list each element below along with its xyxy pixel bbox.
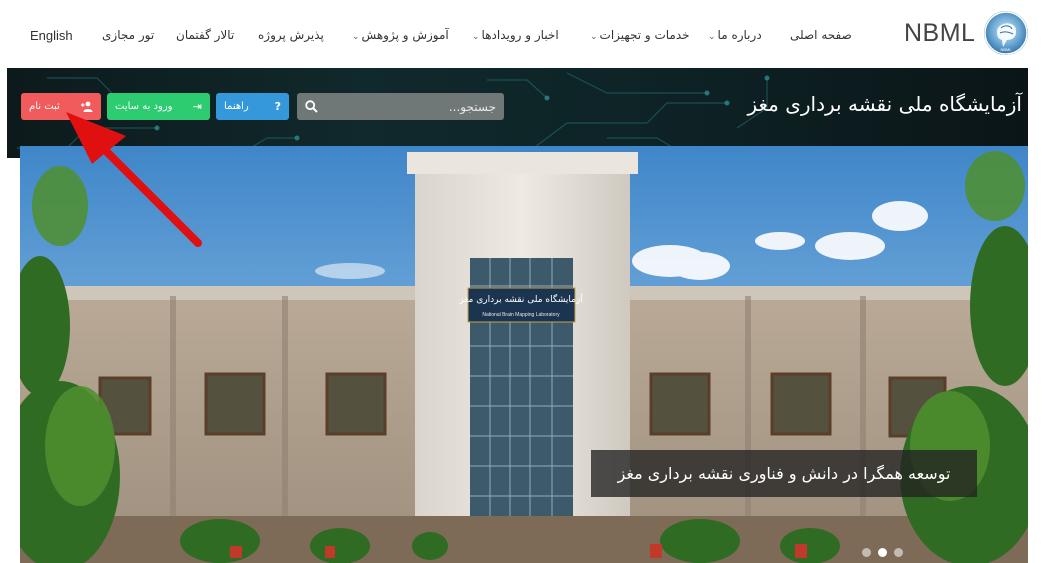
top-navigation: NBML NBML صفحه اصلی ⌄ درباره ما ⌄ خدمات و … [0, 0, 1042, 68]
help-button-label: راهنما [224, 101, 249, 112]
register-button[interactable]: ثبت نام [21, 93, 101, 120]
nav-virtual-tour[interactable]: تور مجازی [102, 28, 154, 42]
nav-language-english[interactable]: English [30, 28, 73, 43]
site-title: آزمایشگاه ملی نقشه برداری مغز [747, 92, 1022, 116]
nav-news[interactable]: ⌄ اخبار و رویدادها [472, 28, 559, 42]
chevron-down-icon: ⌄ [472, 32, 480, 42]
nav-news-label: اخبار و رویدادها [481, 28, 559, 42]
nav-services-label: خدمات و تجهیزات [599, 28, 690, 42]
nav-forum[interactable]: تالار گفتمان [176, 28, 234, 42]
building-sign-persian: آزمایشگاه ملی نقشه برداری مغز [458, 293, 583, 305]
nav-projects[interactable]: پذیرش پروژه [258, 28, 324, 42]
question-icon: ? [274, 100, 281, 113]
help-button[interactable]: ? راهنما [216, 93, 289, 120]
brain-logo-icon: NBML [984, 11, 1029, 55]
nav-services[interactable]: ⌄ خدمات و تجهیزات [590, 28, 690, 42]
slide-caption: توسعه همگرا در دانش و فناوری نقشه برداری… [591, 450, 977, 497]
login-button[interactable]: ⇥ ورود به سایت [107, 93, 210, 120]
search-box[interactable]: جستجو... [297, 93, 504, 120]
nav-education-label: آموزش و پژوهش [361, 28, 449, 42]
search-icon[interactable] [305, 100, 318, 113]
hero-slider[interactable]: آزمایشگاه ملی نقشه برداری مغز National B… [20, 146, 1028, 563]
nav-about[interactable]: ⌄ درباره ما [708, 28, 762, 42]
slide-dot-1[interactable] [862, 548, 871, 557]
hero-building-image: آزمایشگاه ملی نقشه برداری مغز National B… [20, 146, 1028, 563]
slide-dot-2-active[interactable] [878, 548, 887, 557]
sign-in-icon: ⇥ [192, 100, 202, 113]
chevron-down-icon: ⌄ [708, 32, 716, 42]
header-banner: آزمایشگاه ملی نقشه برداری مغز جستجو... ?… [7, 68, 1028, 158]
slide-dot-3[interactable] [894, 548, 903, 557]
chevron-down-icon: ⌄ [590, 32, 598, 42]
building-sign-english: National Brain Mapping Laboratory [482, 312, 560, 318]
site-logo[interactable]: NBML NBML [904, 10, 1029, 56]
search-placeholder[interactable]: جستجو... [449, 100, 496, 114]
logo-emblem-text: NBML [1001, 47, 1013, 52]
chevron-down-icon: ⌄ [352, 32, 360, 42]
login-button-label: ورود به سایت [115, 101, 173, 112]
register-button-label: ثبت نام [29, 101, 60, 112]
nav-about-label: درباره ما [717, 28, 762, 42]
nav-education[interactable]: ⌄ آموزش و پژوهش [352, 28, 449, 42]
add-user-icon [81, 101, 93, 112]
nav-home[interactable]: صفحه اصلی [790, 28, 852, 42]
logo-text: NBML [904, 18, 976, 47]
